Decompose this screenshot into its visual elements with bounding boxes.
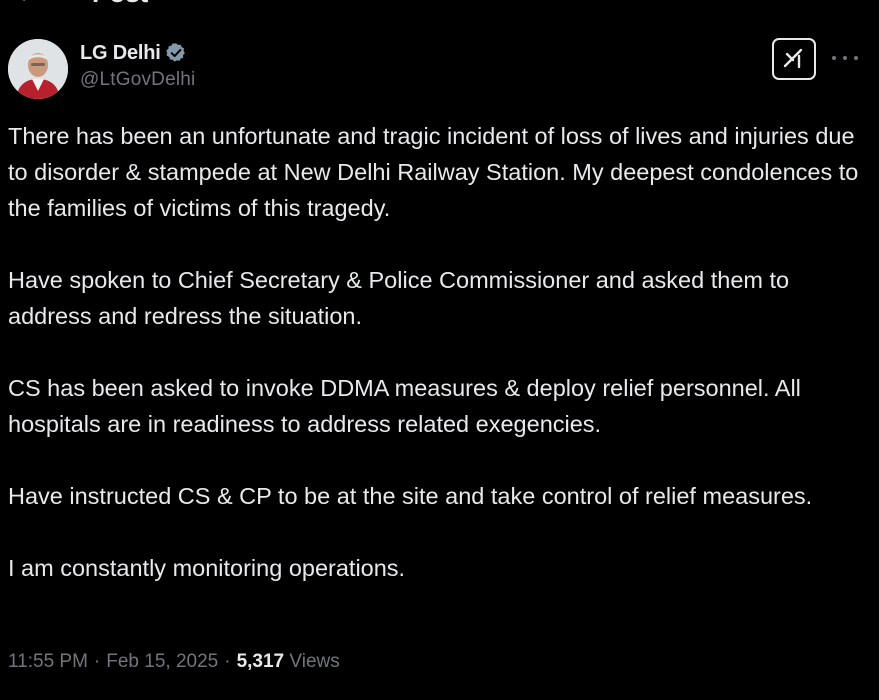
- views-label[interactable]: Views: [289, 651, 339, 672]
- more-horizontal-icon-dot: [832, 56, 836, 60]
- avatar-image: [8, 39, 68, 99]
- post-metadata: 11:55 PM · Feb 15, 2025 · 5,317 Views: [8, 648, 340, 676]
- tweet-paragraph: CS has been asked to invoke DDMA measure…: [8, 375, 801, 437]
- author-block[interactable]: LG Delhi @LtGovDelhi: [80, 39, 195, 91]
- post-time[interactable]: 11:55 PM: [8, 651, 88, 672]
- tweet-paragraph: Have instructed CS & CP to be at the sit…: [8, 483, 813, 509]
- more-horizontal-icon-dot: [854, 56, 858, 60]
- display-name[interactable]: LG Delhi: [80, 42, 161, 65]
- top-bar: Post: [0, 0, 879, 8]
- tweet-paragraph: There has been an unfortunate and tragic…: [8, 123, 859, 221]
- tweet-text: There has been an unfortunate and tragic…: [8, 118, 868, 586]
- post-date[interactable]: Feb 15, 2025: [106, 651, 218, 672]
- post-page: Post LG Delhi @LtGovDelhi: [0, 0, 879, 700]
- more-options-button[interactable]: [832, 48, 858, 68]
- grok-icon: [783, 48, 803, 69]
- name-row: LG Delhi: [80, 39, 195, 67]
- grok-button[interactable]: [772, 38, 816, 80]
- tweet-paragraph: Have spoken to Chief Secretary & Police …: [8, 267, 790, 329]
- user-handle[interactable]: @LtGovDelhi: [80, 69, 195, 91]
- page-title: Post: [92, 0, 148, 8]
- views-count[interactable]: 5,317: [237, 651, 285, 672]
- tweet-paragraph: I am constantly monitoring operations.: [8, 555, 406, 581]
- back-arrow-icon[interactable]: [14, 0, 36, 4]
- verified-badge-icon[interactable]: [165, 42, 187, 64]
- meta-separator: ·: [93, 651, 101, 672]
- more-horizontal-icon-dot: [843, 56, 847, 60]
- meta-separator: ·: [224, 651, 231, 672]
- avatar[interactable]: [8, 39, 68, 99]
